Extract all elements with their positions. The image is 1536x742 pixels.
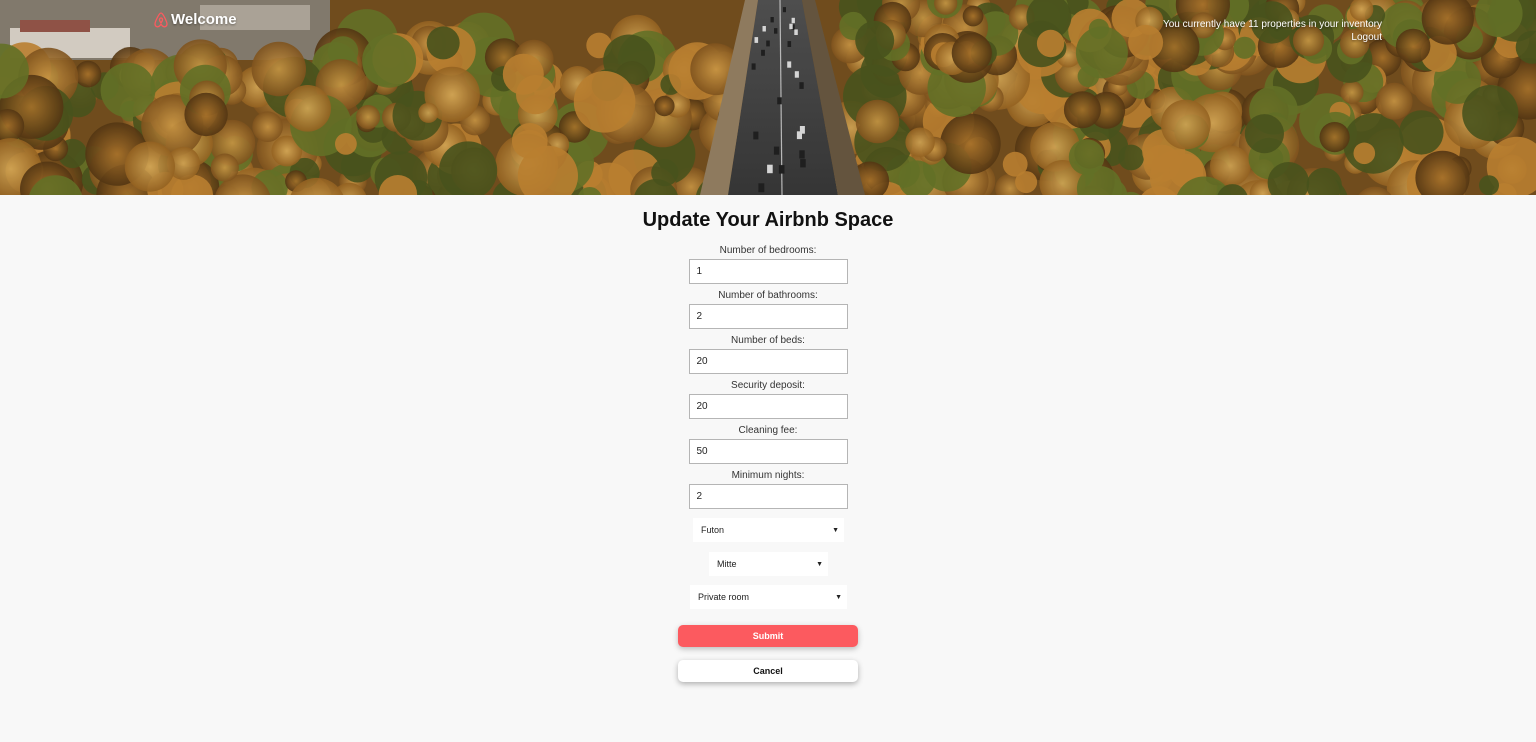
bathrooms-field: Number of bathrooms:: [688, 290, 848, 335]
brand-title: Welcome: [171, 11, 237, 28]
update-space-form: Number of bedrooms: Number of bathrooms:…: [0, 245, 1536, 515]
security-deposit-input[interactable]: [688, 394, 848, 419]
submit-button[interactable]: Submit: [678, 625, 858, 647]
brand[interactable]: Welcome: [154, 11, 237, 28]
minimum-nights-label: Minimum nights:: [731, 470, 805, 481]
bedrooms-field: Number of bedrooms:: [688, 245, 848, 290]
minimum-nights-field: Minimum nights:: [688, 470, 848, 515]
bedrooms-input[interactable]: [688, 259, 848, 284]
room-type-select[interactable]: Private room ▼: [690, 585, 847, 609]
bed-type-value: Futon: [701, 525, 725, 535]
bathrooms-label: Number of bathrooms:: [718, 290, 818, 301]
cleaning-fee-input[interactable]: [688, 439, 848, 464]
cleaning-fee-label: Cleaning fee:: [738, 425, 798, 436]
bedrooms-label: Number of bedrooms:: [719, 245, 817, 256]
dropdown-arrow-icon: ▼: [832, 526, 839, 534]
logout-link[interactable]: Logout: [1163, 31, 1382, 44]
airbnb-logo-icon: [154, 11, 168, 27]
page-title: Update Your Airbnb Space: [642, 209, 894, 231]
beds-field: Number of beds:: [688, 335, 848, 380]
security-deposit-label: Security deposit:: [731, 380, 805, 391]
minimum-nights-input[interactable]: [688, 484, 848, 509]
header-banner: Welcome You currently have 11 properties…: [0, 0, 1536, 195]
bathrooms-input[interactable]: [688, 304, 848, 329]
security-deposit-field: Security deposit:: [688, 380, 848, 425]
inventory-info: You currently have 11 properties in your…: [1163, 18, 1382, 44]
cancel-button[interactable]: Cancel: [678, 660, 858, 682]
cleaning-fee-field: Cleaning fee:: [688, 425, 848, 470]
neighbourhood-value: Mitte: [717, 559, 737, 569]
beds-label: Number of beds:: [731, 335, 805, 346]
main-content: Update Your Airbnb Space Number of bedro…: [0, 195, 1536, 682]
neighbourhood-select[interactable]: Mitte ▼: [709, 552, 828, 576]
beds-input[interactable]: [688, 349, 848, 374]
dropdown-arrow-icon: ▼: [816, 560, 823, 568]
bed-type-select[interactable]: Futon ▼: [693, 518, 844, 542]
dropdown-arrow-icon: ▼: [835, 593, 842, 601]
inventory-count-text: You currently have 11 properties in your…: [1162, 19, 1382, 30]
room-type-value: Private room: [698, 592, 750, 602]
